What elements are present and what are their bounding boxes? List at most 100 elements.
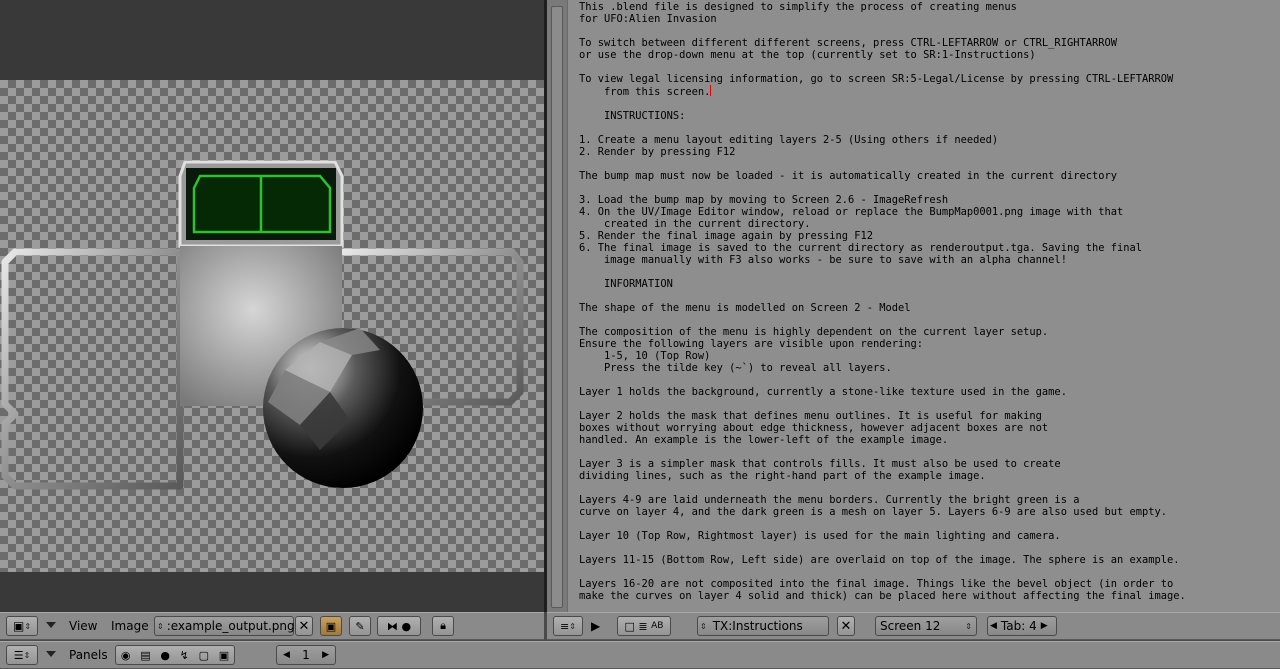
script-icon: ▤ bbox=[140, 648, 151, 662]
text-line[interactable]: Layers 4-9 are laid underneath the menu … bbox=[579, 494, 1079, 506]
text-line[interactable]: dividing lines, such as the right-hand p… bbox=[579, 470, 986, 482]
text-line[interactable]: make the curves on layer 4 solid and thi… bbox=[579, 590, 1186, 602]
object-icon: ↯ bbox=[179, 648, 189, 662]
text-line[interactable]: Layer 3 is a simpler mask that controls … bbox=[579, 458, 1061, 470]
text-line[interactable]: Ensure the following layers are visible … bbox=[579, 338, 923, 350]
image-editor-viewport[interactable] bbox=[0, 0, 544, 612]
text-editor-icon: ≡ bbox=[560, 619, 570, 633]
close-icon: ✕ bbox=[298, 618, 310, 634]
syntax-highlight-icon: AB bbox=[651, 621, 664, 631]
updown-icon: ⇕ bbox=[569, 621, 576, 631]
text-line[interactable]: Layer 1 holds the background, currently … bbox=[579, 386, 1067, 398]
panels-menu[interactable]: Panels bbox=[69, 648, 108, 662]
text-line[interactable]: The shape of the menu is modelled on Scr… bbox=[579, 302, 911, 314]
logic-icon: ◉ bbox=[120, 648, 131, 662]
text-line[interactable]: created in the current directory. bbox=[579, 218, 810, 230]
text-line[interactable]: 2. Render by pressing F12 bbox=[579, 146, 735, 158]
text-line[interactable]: 3. Load the bump map by moving to Screen… bbox=[579, 194, 948, 206]
text-content[interactable]: This .blend file is designed to simplify… bbox=[579, 1, 1186, 602]
brush-icon: ✎ bbox=[355, 619, 365, 633]
lock-button[interactable]: 🔒︎ bbox=[432, 616, 454, 636]
decrement-icon[interactable]: ◀ bbox=[283, 650, 290, 660]
text-line[interactable]: or use the drop-down menu at the top (cu… bbox=[579, 49, 1036, 61]
view-menu[interactable]: View bbox=[69, 619, 97, 633]
updown-icon: ⇕ bbox=[965, 621, 972, 631]
collapse-menu-icon[interactable] bbox=[46, 651, 56, 657]
browse-icon: ⇕ bbox=[700, 621, 707, 631]
dot-icon: ● bbox=[401, 619, 412, 633]
collapse-menu-icon[interactable] bbox=[46, 622, 56, 628]
text-line[interactable]: This .blend file is designed to simplify… bbox=[579, 1, 1017, 13]
text-line[interactable]: 1-5, 10 (Top Row) bbox=[579, 350, 710, 362]
buttons-window-header: ☰ ⇕ Panels ◉ ▤ ● ↯ ▢ ▣ ◀ 1 ▶ bbox=[0, 641, 1280, 669]
shading-icon: ● bbox=[160, 648, 170, 662]
left-menu-box bbox=[1, 248, 184, 490]
context-buttons[interactable]: ◉ ▤ ● ↯ ▢ ▣ bbox=[115, 645, 235, 665]
text-view-toggles[interactable]: □ ≣ AB bbox=[617, 616, 671, 636]
buttons-window-icon: ☰ bbox=[13, 648, 24, 662]
lock-icon: 🔒︎ bbox=[440, 619, 446, 632]
text-line[interactable]: The composition of the menu is highly de… bbox=[579, 326, 1048, 338]
sphere bbox=[263, 328, 423, 488]
frame-value[interactable]: 1 bbox=[302, 648, 310, 662]
tab-width-field[interactable]: ◀ Tab: 4 ▶ bbox=[987, 616, 1057, 636]
fullscreen-icon: □ bbox=[624, 619, 635, 633]
text-line[interactable]: To switch between different different sc… bbox=[579, 37, 1117, 49]
updown-icon: ⇕ bbox=[23, 650, 31, 660]
text-line[interactable]: Layers 16-20 are not composited into the… bbox=[579, 578, 1173, 590]
text-line[interactable]: 1. Create a menu layout editing layers 2… bbox=[579, 134, 998, 146]
text-line[interactable]: INFORMATION bbox=[579, 278, 673, 290]
rendered-menu-image bbox=[1, 160, 524, 490]
increment-icon[interactable]: ▶ bbox=[322, 650, 329, 660]
text-editor[interactable]: This .blend file is designed to simplify… bbox=[547, 0, 1280, 612]
mirror-icon: ⧓ bbox=[386, 619, 398, 633]
expand-menu-icon[interactable]: ▶ bbox=[591, 619, 600, 633]
paint-toggle-button[interactable]: ✎ bbox=[349, 616, 371, 636]
text-cursor bbox=[710, 85, 712, 96]
text-name[interactable]: TX:Instructions bbox=[713, 619, 803, 633]
unlink-image-button[interactable]: ✕ bbox=[295, 616, 313, 636]
text-line[interactable]: Press the tilde key (~`) to reveal all l… bbox=[579, 362, 892, 374]
image-browse-field[interactable]: ⇕ :example_output.png bbox=[154, 616, 295, 636]
text-line[interactable]: The bump map must now be loaded - it is … bbox=[579, 170, 1117, 182]
text-line[interactable]: Layer 2 holds the mask that defines menu… bbox=[579, 410, 1042, 422]
decrement-icon[interactable]: ◀ bbox=[990, 621, 997, 631]
image-name[interactable]: :example_output.png bbox=[167, 619, 295, 633]
text-line[interactable]: 5. Render the final image again by press… bbox=[579, 230, 873, 242]
text-line[interactable]: from this screen. bbox=[579, 86, 710, 98]
text-line[interactable]: 4. On the UV/Image Editor window, reload… bbox=[579, 206, 1123, 218]
draw-mode-buttons[interactable]: ⧓ ● bbox=[377, 616, 421, 636]
screen-selector[interactable]: Screen 12 ⇕ bbox=[875, 616, 977, 636]
text-scrollbar[interactable] bbox=[547, 0, 568, 612]
text-line[interactable]: boxes without worrying about edge thickn… bbox=[579, 422, 1048, 434]
editor-type-button[interactable]: ▣ ⇕ bbox=[6, 616, 38, 636]
line-numbers-icon: ≣ bbox=[638, 619, 648, 633]
text-line[interactable]: curve on layer 4, and the dark green is … bbox=[579, 506, 1167, 518]
browse-icon: ⇕ bbox=[157, 621, 164, 631]
editor-type-button[interactable]: ☰ ⇕ bbox=[6, 645, 38, 665]
text-line[interactable]: Layer 10 (Top Row, Rightmost layer) is u… bbox=[579, 530, 1061, 542]
text-line[interactable]: image manually with F3 also works - be s… bbox=[579, 254, 1067, 266]
text-line[interactable]: Layers 11-15 (Bottom Row, Left side) are… bbox=[579, 554, 1180, 566]
text-line[interactable]: 6. The final image is saved to the curre… bbox=[579, 242, 1142, 254]
updown-icon: ⇕ bbox=[24, 621, 32, 631]
text-line[interactable]: INSTRUCTIONS: bbox=[579, 110, 685, 122]
unlink-text-button[interactable]: ✕ bbox=[837, 616, 855, 636]
frame-field[interactable]: ◀ 1 ▶ bbox=[276, 645, 336, 665]
screen-name[interactable]: Screen 12 bbox=[880, 619, 940, 633]
text-editor-header: ≡ ⇕ ▶ □ ≣ AB ⇕ TX:Instructions ✕ Screen 1… bbox=[547, 612, 1280, 640]
image-menu[interactable]: Image bbox=[111, 619, 149, 633]
text-line[interactable]: for UFO:Alien Invasion bbox=[579, 13, 717, 25]
scene-icon: ▣ bbox=[218, 648, 230, 662]
pin-image-button[interactable]: ▣ bbox=[320, 616, 342, 636]
text-line[interactable]: handled. An example is the lower-left of… bbox=[579, 434, 948, 446]
editor-type-button[interactable]: ≡ ⇕ bbox=[553, 616, 583, 636]
editing-icon: ▢ bbox=[198, 648, 209, 662]
increment-icon[interactable]: ▶ bbox=[1041, 621, 1048, 631]
scrollbar-thumb[interactable] bbox=[551, 6, 563, 608]
text-browse-field[interactable]: ⇕ TX:Instructions bbox=[697, 616, 829, 636]
image-editor-header: ▣ ⇕ View Image ⇕ :example_output.png ✕ ▣ … bbox=[0, 612, 544, 640]
text-line[interactable]: To view legal licensing information, go … bbox=[579, 73, 1173, 85]
tab-label[interactable]: Tab: 4 bbox=[1001, 619, 1037, 633]
close-icon: ✕ bbox=[840, 618, 852, 634]
